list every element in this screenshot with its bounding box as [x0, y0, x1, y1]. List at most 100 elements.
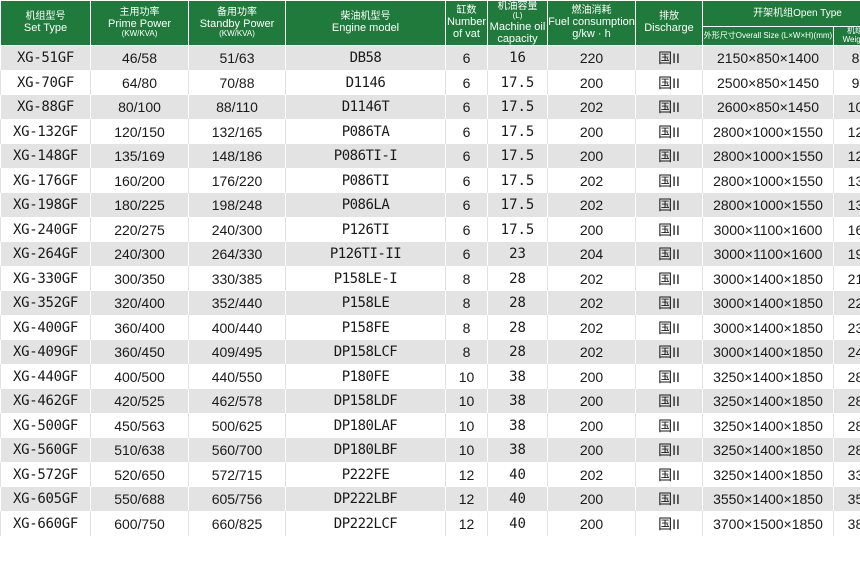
vat-cell: 12: [445, 486, 488, 512]
vat-cell: 10: [445, 388, 488, 414]
standby-power-cell: 409/495: [188, 339, 286, 365]
discharge-cell: 国II: [635, 119, 703, 144]
vat-cell: 6: [445, 70, 488, 95]
table-row: XG-148GF 135/169 148/186 P086TI-I 6 17.5 200 国I…: [0, 143, 860, 169]
prime-power-cell: 80/100: [90, 94, 189, 120]
prime-power-cell: 120/150: [90, 119, 189, 144]
model-cell: XG-176GF: [0, 168, 91, 193]
discharge-cell: 国II: [635, 290, 703, 316]
discharge-cell: 国II: [635, 437, 703, 463]
table-row: XG-440GF 400/500 440/550 P180FE 10 38 200 国II 32…: [0, 364, 860, 389]
standby-power-cell: 462/578: [188, 388, 286, 414]
weight-cell: 1050: [833, 94, 860, 120]
oil-capacity-cell: 28: [487, 266, 548, 291]
table-row: XG-605GF 550/688 605/756 DP222LBF 12 40 200 国II…: [0, 486, 860, 512]
engine-model-cell: D1146T: [285, 94, 446, 120]
header-vat: 缸数 Number of vat: [445, 0, 488, 46]
oil-capacity-cell: 17.5: [487, 168, 548, 193]
standby-power-cell: 88/110: [188, 94, 286, 120]
header-prime-power: 主用功率 Prime Power (KW/KVA): [90, 0, 189, 46]
vat-cell: 8: [445, 339, 488, 365]
standby-power-cell: 352/440: [188, 290, 286, 316]
fuel-consumption-cell: 200: [547, 70, 636, 95]
standby-power-cell: 572/715: [188, 462, 286, 487]
oil-capacity-cell: 17.5: [487, 70, 548, 95]
overall-size-cell: 2800×1000×1550: [702, 192, 834, 218]
fuel-consumption-cell: 200: [547, 119, 636, 144]
model-cell: XG-70GF: [0, 70, 91, 95]
overall-size-cell: 2800×1000×1550: [702, 168, 834, 193]
vat-cell: 6: [445, 192, 488, 218]
standby-power-cell: 400/440: [188, 315, 286, 340]
header-overall-size: 外形尺寸Overall Size (L×W×H)(mm): [702, 25, 834, 46]
table-row: XG-660GF 600/750 660/825 DP222LCF 12 40 200 国II…: [0, 511, 860, 536]
weight-cell: 1350: [833, 168, 860, 193]
header-fuel-consumption: 燃油消耗 Fuel consumption g/kw · h: [547, 0, 636, 46]
weight-cell: 850: [833, 45, 860, 71]
overall-size-cell: 3250×1400×1850: [702, 413, 834, 438]
fuel-consumption-cell: 200: [547, 143, 636, 169]
vat-cell: 6: [445, 45, 488, 71]
vat-cell: 8: [445, 290, 488, 316]
prime-power-cell: 180/225: [90, 192, 189, 218]
standby-power-cell: 240/300: [188, 217, 286, 242]
model-cell: XG-51GF: [0, 45, 91, 71]
prime-power-cell: 64/80: [90, 70, 189, 95]
standby-power-cell: 132/165: [188, 119, 286, 144]
header-discharge: 排放 Discharge: [635, 0, 703, 46]
overall-size-cell: 3000×1100×1600: [702, 241, 834, 267]
model-cell: XG-88GF: [0, 94, 91, 120]
oil-capacity-cell: 38: [487, 413, 548, 438]
weight-cell: 2890: [833, 437, 860, 463]
fuel-consumption-cell: 202: [547, 290, 636, 316]
table-row: XG-400GF 360/400 400/440 P158FE 8 28 202 国II 300…: [0, 315, 860, 340]
standby-power-cell: 176/220: [188, 168, 286, 193]
model-cell: XG-660GF: [0, 511, 91, 536]
table-header: 机组型号 Set Type 主用功率 Prime Power (KW/KVA) …: [0, 0, 860, 46]
engine-model-cell: P086TI: [285, 168, 446, 193]
header-oil-capacity: 机油容量 (L) Machine oil capacity: [487, 0, 548, 46]
engine-model-cell: DB58: [285, 45, 446, 71]
prime-power-cell: 520/650: [90, 462, 189, 487]
oil-capacity-cell: 17.5: [487, 119, 548, 144]
model-cell: XG-132GF: [0, 119, 91, 144]
weight-cell: 1600: [833, 217, 860, 242]
standby-power-cell: 605/756: [188, 486, 286, 512]
oil-capacity-cell: 40: [487, 486, 548, 512]
fuel-consumption-cell: 220: [547, 45, 636, 71]
prime-power-cell: 420/525: [90, 388, 189, 414]
discharge-cell: 国II: [635, 143, 703, 169]
table-body: XG-51GF 46/58 51/63 DB58 6 16 220 国II 2150×850×1…: [0, 45, 860, 536]
weight-cell: 2800: [833, 364, 860, 389]
prime-power-cell: 160/200: [90, 168, 189, 193]
vat-cell: 6: [445, 119, 488, 144]
header-standby-power: 备用功率 Standby Power (KW/KVA): [188, 0, 286, 46]
engine-model-cell: P126TI: [285, 217, 446, 242]
discharge-cell: 国II: [635, 192, 703, 218]
overall-size-cell: 3000×1400×1850: [702, 339, 834, 365]
weight-cell: 980: [833, 70, 860, 95]
oil-capacity-cell: 28: [487, 315, 548, 340]
model-cell: XG-409GF: [0, 339, 91, 365]
discharge-cell: 国II: [635, 241, 703, 267]
oil-capacity-cell: 16: [487, 45, 548, 71]
overall-size-cell: 3250×1400×1850: [702, 462, 834, 487]
prime-power-cell: 360/400: [90, 315, 189, 340]
discharge-cell: 国II: [635, 217, 703, 242]
prime-power-cell: 220/275: [90, 217, 189, 242]
fuel-consumption-cell: 204: [547, 241, 636, 267]
standby-power-cell: 148/186: [188, 143, 286, 169]
oil-capacity-cell: 17.5: [487, 143, 548, 169]
model-cell: XG-240GF: [0, 217, 91, 242]
overall-size-cell: 3550×1400×1850: [702, 486, 834, 512]
weight-cell: 2870: [833, 413, 860, 438]
weight-cell: 1250: [833, 143, 860, 169]
overall-size-cell: 3000×1100×1600: [702, 217, 834, 242]
weight-cell: 1950: [833, 241, 860, 267]
engine-model-cell: P180FE: [285, 364, 446, 389]
model-cell: XG-462GF: [0, 388, 91, 414]
weight-cell: 1200: [833, 119, 860, 144]
vat-cell: 6: [445, 241, 488, 267]
model-cell: XG-330GF: [0, 266, 91, 291]
discharge-cell: 国II: [635, 168, 703, 193]
